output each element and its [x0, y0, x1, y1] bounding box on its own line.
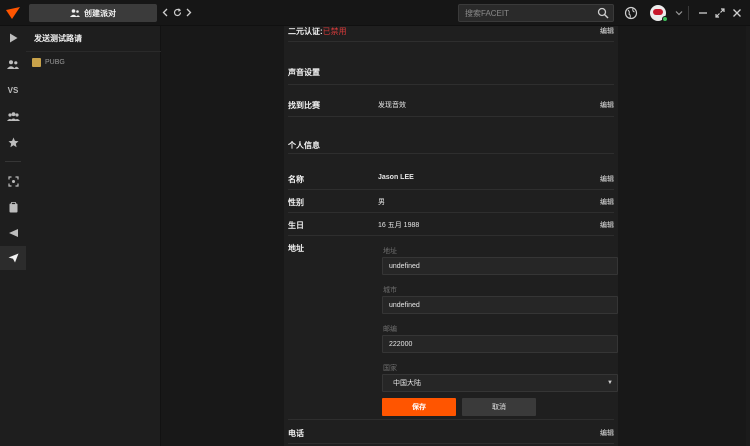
birthday-row: 生日 16 五月 1988 编辑	[288, 213, 614, 236]
name-label: 名称	[288, 175, 304, 184]
avatar-image	[653, 9, 663, 15]
divider	[688, 6, 689, 20]
party-icon	[70, 9, 80, 17]
main-content: 二元认证:已禁用 编辑 声音设置 找到比赛 发现音效 编辑 个人信息 名称 Ja…	[162, 26, 750, 446]
phone-row: 电话 编辑	[288, 420, 614, 444]
gender-value: 男	[378, 199, 385, 206]
country-select-value: 中国大陆	[393, 380, 421, 387]
sidebar-header: 发送测试路请	[26, 26, 161, 52]
zip-field-label: 邮编	[383, 326, 397, 333]
top-bar: 创建派对	[0, 0, 750, 26]
settings-panel: 二元认证:已禁用 编辑 声音设置 找到比赛 发现音效 编辑 个人信息 名称 Ja…	[284, 26, 618, 446]
search-box	[458, 4, 614, 22]
birthday-label: 生日	[288, 221, 304, 230]
versus-icon[interactable]: VS	[0, 78, 26, 102]
star-icon[interactable]	[0, 130, 26, 154]
friends-icon[interactable]	[0, 52, 26, 76]
save-button[interactable]: 保存	[382, 398, 456, 416]
create-party-button[interactable]: 创建派对	[29, 4, 157, 22]
birthday-value: 16 五月 1988	[378, 222, 420, 229]
address-row: 地址 地址 undefined 城市 undefined 邮编 222000 国…	[288, 236, 618, 420]
name-row: 名称 Jason LEE 编辑	[288, 166, 614, 190]
close-icon[interactable]	[731, 7, 743, 19]
match-found-label: 找到比赛	[288, 101, 320, 110]
chevron-down-icon[interactable]	[674, 8, 684, 18]
phone-label: 电话	[288, 429, 304, 438]
scrollbar[interactable]	[746, 26, 750, 446]
match-found-row: 找到比赛 发现音效 编辑	[288, 92, 614, 117]
search-icon[interactable]	[597, 7, 609, 19]
zip-field[interactable]: 222000	[382, 335, 618, 353]
send-icon[interactable]	[0, 246, 26, 270]
two-factor-row: 二元认证:已禁用 编辑	[288, 26, 614, 42]
cancel-button[interactable]: 取消	[462, 398, 536, 416]
forward-icon[interactable]	[184, 6, 194, 18]
faceit-logo[interactable]	[6, 7, 20, 19]
edit-name-link[interactable]: 编辑	[600, 174, 614, 184]
focus-icon[interactable]	[0, 169, 26, 193]
gender-label: 性别	[288, 198, 304, 207]
country-field-label: 国家	[383, 365, 397, 372]
clipboard-icon[interactable]	[0, 195, 26, 219]
rail-divider	[5, 161, 21, 162]
two-factor-label: 二元认证:已禁用	[288, 27, 347, 36]
country-select[interactable]: 中国大陆 ▼	[382, 374, 618, 392]
edit-two-factor-link[interactable]: 编辑	[600, 26, 614, 36]
sound-settings-heading: 声音设置	[288, 67, 614, 85]
search-input[interactable]	[459, 5, 595, 21]
name-value: Jason LEE	[378, 174, 414, 181]
address-field-label: 地址	[383, 248, 397, 255]
play-icon[interactable]	[0, 26, 26, 50]
secondary-sidebar: 发送测试路请 PUBG	[26, 26, 161, 446]
match-found-value: 发现音效	[378, 102, 406, 109]
personal-info-heading: 个人信息	[288, 140, 614, 154]
minimize-icon[interactable]	[697, 7, 709, 19]
city-field[interactable]: undefined	[382, 296, 618, 314]
megaphone-icon[interactable]	[0, 221, 26, 245]
edit-phone-link[interactable]: 编辑	[600, 428, 614, 438]
teams-icon[interactable]	[0, 104, 26, 128]
globe-icon[interactable]	[624, 6, 638, 20]
dropdown-arrow-icon: ▼	[607, 380, 613, 386]
left-rail: VS	[0, 26, 26, 446]
pubg-icon	[32, 58, 41, 67]
avatar[interactable]	[650, 5, 668, 22]
back-icon[interactable]	[160, 6, 170, 18]
refresh-icon[interactable]	[172, 6, 182, 18]
address-label: 地址	[288, 244, 304, 253]
sidebar-item-pubg[interactable]: PUBG	[32, 58, 65, 67]
maximize-icon[interactable]	[714, 7, 726, 19]
edit-birthday-link[interactable]: 编辑	[600, 220, 614, 230]
nav-controls	[160, 6, 194, 18]
create-party-label: 创建派对	[84, 8, 116, 18]
two-factor-status: 已禁用	[322, 27, 347, 36]
edit-match-found-link[interactable]: 编辑	[600, 100, 614, 110]
online-status-icon	[662, 16, 668, 22]
address-field[interactable]: undefined	[382, 257, 618, 275]
gender-row: 性别 男 编辑	[288, 190, 614, 213]
sidebar-item-label: PUBG	[45, 59, 65, 66]
city-field-label: 城市	[383, 287, 397, 294]
edit-gender-link[interactable]: 编辑	[600, 197, 614, 207]
